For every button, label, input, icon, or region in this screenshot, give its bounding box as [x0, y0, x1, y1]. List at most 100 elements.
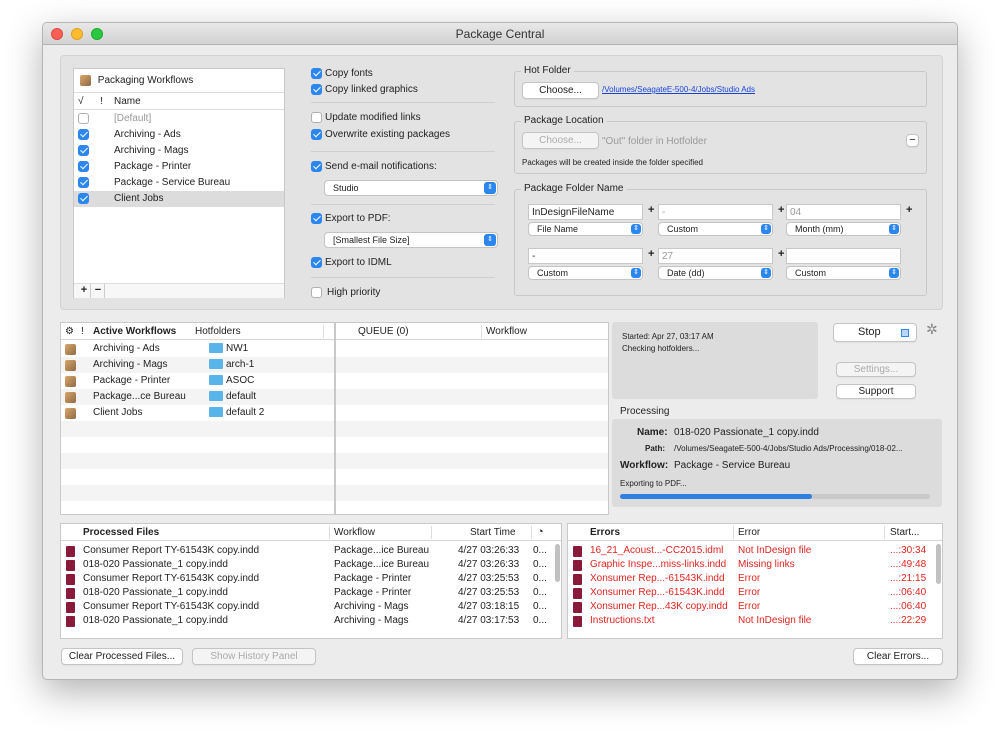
active-workflow-row[interactable]: [61, 469, 334, 485]
workflow-enabled-checkbox[interactable]: [78, 145, 89, 156]
col-errors[interactable]: Errors: [590, 524, 620, 541]
active-workflow-row[interactable]: [61, 421, 334, 437]
folder-name-input[interactable]: InDesignFileName: [528, 204, 643, 220]
hot-folder-choose-button[interactable]: Choose...: [522, 82, 599, 99]
error-row[interactable]: Xonsumer Rep...-61543K.indd Error ...:21:1…: [568, 572, 934, 586]
folder-name-input[interactable]: 04: [786, 204, 901, 220]
select-arrows-icon: ⇕: [889, 268, 899, 278]
active-workflow-row[interactable]: [61, 485, 334, 501]
folder-name-legend: Package Folder Name: [521, 183, 627, 194]
processed-workflow: Package...ice Bureau: [334, 545, 430, 556]
clear-processed-button[interactable]: Clear Processed Files...: [61, 648, 183, 665]
processed-more: 0...: [533, 559, 547, 570]
workflow-enabled-checkbox[interactable]: [78, 129, 89, 140]
copy-graphics-checkbox[interactable]: [311, 84, 322, 95]
active-workflow-row[interactable]: Package - Printer ASOC: [61, 373, 334, 389]
workflow-enabled-checkbox[interactable]: [78, 161, 89, 172]
col-queue[interactable]: QUEUE (0): [358, 323, 409, 340]
folder-name-input[interactable]: -: [528, 248, 643, 264]
support-button[interactable]: Support: [836, 384, 916, 399]
folder-name-select[interactable]: Custom ⇕: [786, 266, 901, 280]
workflow-row[interactable]: Package - Service Bureau: [74, 175, 284, 191]
pdf-preset-select[interactable]: [Smallest File Size] ⇕: [324, 232, 498, 248]
col-processed-files[interactable]: Processed Files: [83, 524, 159, 541]
active-workflow-row[interactable]: Package...ce Bureau default: [61, 389, 334, 405]
error-row[interactable]: Xonsumer Rep...43K copy.indd Error ...:06:…: [568, 600, 934, 614]
active-workflow-row[interactable]: Archiving - Ads NW1: [61, 341, 334, 357]
folder-name-input[interactable]: -: [658, 204, 773, 220]
workflow-enabled-checkbox[interactable]: [78, 193, 89, 204]
workflow-enabled-checkbox[interactable]: [78, 113, 89, 124]
processing-title: Processing: [620, 406, 670, 417]
queue-row: [336, 341, 608, 357]
col-error-start[interactable]: Start...: [890, 524, 919, 541]
folder-name-select[interactable]: File Name ⇕: [528, 222, 643, 236]
folder-name-select[interactable]: Custom ⇕: [528, 266, 643, 280]
col-workflow[interactable]: Workflow: [334, 524, 375, 541]
package-icon: [65, 360, 76, 371]
processed-row[interactable]: 018-020 Passionate_1 copy.indd Package...…: [61, 558, 551, 572]
workflow-row[interactable]: Package - Printer: [74, 159, 284, 175]
workflow-row[interactable]: Client Jobs: [74, 191, 284, 207]
processed-scrollbar[interactable]: [555, 544, 560, 582]
plus-icon: +: [648, 248, 655, 260]
package-location-choose-button[interactable]: Choose...: [522, 132, 599, 149]
folder-name-input[interactable]: 27: [658, 248, 773, 264]
errors-scrollbar[interactable]: [936, 544, 941, 584]
active-workflow-row[interactable]: [61, 437, 334, 453]
gear-icon[interactable]: ⚙: [65, 323, 74, 340]
hot-folder-path-link[interactable]: /Volumes/SeagateE-500-4/Jobs/Studio Ads: [602, 85, 755, 94]
col-start-time[interactable]: Start Time: [470, 524, 516, 541]
update-links-label: Update modified links: [325, 112, 421, 123]
workflow-row[interactable]: [Default]: [74, 111, 284, 127]
processed-row[interactable]: Consumer Report TY-61543K copy.indd Packa…: [61, 572, 551, 586]
remove-workflow-button[interactable]: −: [92, 284, 105, 298]
settings-button[interactable]: Settings...: [836, 362, 916, 377]
package-location-remove-button[interactable]: −: [906, 134, 919, 147]
high-priority-checkbox[interactable]: [311, 287, 322, 298]
workflow-row[interactable]: Archiving - Ads: [74, 127, 284, 143]
active-workflows-header: ⚙ ! Active Workflows Hotfolders: [61, 323, 334, 340]
show-history-button[interactable]: Show History Panel: [192, 648, 316, 665]
processed-workflow: Archiving - Mags: [334, 615, 409, 626]
folder-icon: [209, 391, 223, 402]
clock-icon[interactable]: ◔: [537, 524, 544, 541]
col-error[interactable]: Error: [738, 524, 760, 541]
processed-row[interactable]: 018-020 Passionate_1 copy.indd Archiving …: [61, 614, 551, 628]
overwrite-checkbox[interactable]: [311, 129, 322, 140]
processed-row[interactable]: Consumer Report TY-61543K copy.indd Archi…: [61, 600, 551, 614]
error-row[interactable]: 16_21_Acoust...-CC2015.idml Not InDesign …: [568, 544, 934, 558]
error-row[interactable]: Graphic Inspe...miss-links.indd Missing l…: [568, 558, 934, 572]
folder-name-select[interactable]: Month (mm) ⇕: [786, 222, 901, 236]
processed-row[interactable]: Consumer Report TY-61543K copy.indd Packa…: [61, 544, 551, 558]
folder-name-select[interactable]: Date (dd) ⇕: [658, 266, 773, 280]
active-workflow-row[interactable]: Client Jobs default 2: [61, 405, 334, 421]
copy-fonts-checkbox[interactable]: [311, 68, 322, 79]
send-email-checkbox[interactable]: [311, 161, 322, 172]
workflow-row[interactable]: Archiving - Mags: [74, 143, 284, 159]
col-queue-workflow[interactable]: Workflow: [486, 323, 527, 340]
error-file: Xonsumer Rep...43K copy.indd: [590, 601, 728, 612]
workflow-enabled-checkbox[interactable]: [78, 177, 89, 188]
email-select[interactable]: Studio ⇕: [324, 180, 498, 196]
update-links-checkbox[interactable]: [311, 112, 322, 123]
active-workflow-row[interactable]: [61, 453, 334, 469]
folder-name-input[interactable]: [786, 248, 901, 264]
processed-row[interactable]: 018-020 Passionate_1 copy.indd Package - …: [61, 586, 551, 600]
package-location-note: Packages will be created inside the fold…: [522, 158, 703, 167]
col-hotfolders[interactable]: Hotfolders: [195, 323, 241, 340]
add-workflow-button[interactable]: +: [78, 284, 91, 298]
divider: [311, 151, 495, 152]
folder-name-select[interactable]: Custom ⇕: [658, 222, 773, 236]
clear-errors-button[interactable]: Clear Errors...: [853, 648, 943, 665]
error-row[interactable]: Xonsumer Rep...-61543K.indd Error ...:06:4…: [568, 586, 934, 600]
active-workflow-row[interactable]: Archiving - Mags arch-1: [61, 357, 334, 373]
export-idml-checkbox[interactable]: [311, 257, 322, 268]
window-title: Package Central: [455, 27, 545, 41]
col-active-workflows[interactable]: Active Workflows: [93, 323, 176, 340]
error-row[interactable]: Instructions.txt Not InDesign file ...:22:…: [568, 614, 934, 628]
processed-start: 4/27 03:25:53: [458, 587, 520, 598]
export-pdf-checkbox[interactable]: [311, 213, 322, 224]
package-icon: [65, 376, 76, 387]
stop-button[interactable]: Stop: [833, 323, 917, 342]
